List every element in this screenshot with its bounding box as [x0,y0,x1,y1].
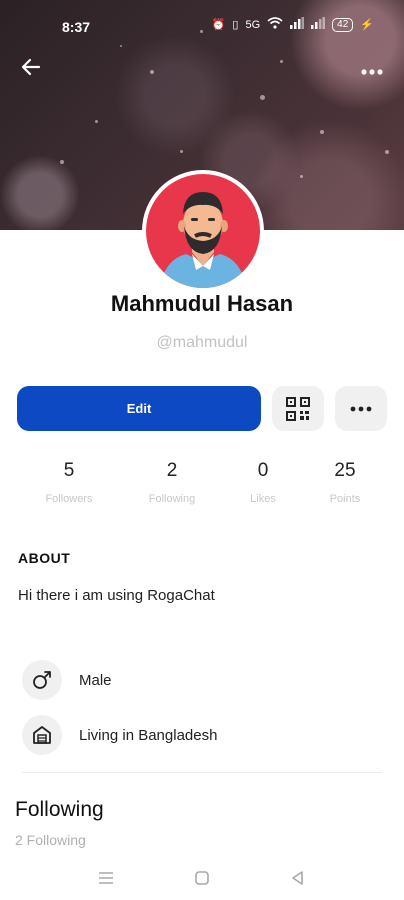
vibrate-icon: ▯ [232,19,239,31]
info-row-location: Living in Bangladesh [22,715,382,755]
bearded-man-avatar-icon [146,174,260,288]
status-icons: ⏰ ▯ 5G 42 ⚡ [212,17,374,33]
charging-icon: ⚡ [360,19,374,31]
stat-value: 5 [63,460,75,481]
stat-followers[interactable]: 5 Followers [19,460,119,505]
following-section-title: Following [15,798,104,821]
nav-menu-button[interactable] [86,864,126,892]
nav-home-button[interactable] [182,864,222,892]
signal-icon [290,17,305,33]
info-text: Male [79,671,112,689]
qr-code-button[interactable] [272,386,324,431]
stat-following[interactable]: 2 Following [122,460,222,505]
more-horizontal-icon [350,406,372,411]
triangle-back-icon [292,871,303,885]
stat-label: Followers [45,493,93,505]
status-time: 8:37 [62,19,91,35]
signal-icon [311,17,326,33]
status-bar: 8:37 ⏰ ▯ 5G 42 ⚡ [0,0,404,52]
qr-code-icon [286,396,310,421]
profile-name: Mahmudul Hasan [110,291,294,316]
system-nav-bar [0,858,404,900]
more-horizontal-icon [361,69,383,75]
nav-back-button[interactable] [278,864,318,892]
menu-icon [99,872,113,884]
square-home-icon [195,871,209,885]
stat-label: Points [329,493,361,505]
profile-handle: @mahmudul [156,334,248,351]
info-row-gender: Male [22,660,382,700]
stat-value: 25 [334,460,356,481]
arrow-left-icon [21,58,41,76]
home-building-icon [22,715,62,755]
male-gender-icon [22,660,62,700]
edit-button[interactable]: Edit [17,386,261,431]
header-more-button[interactable] [356,56,388,84]
back-button[interactable] [20,56,52,84]
following-count: 2 Following [15,832,86,848]
divider [22,772,382,773]
5g-icon: 5G [245,19,261,31]
about-title: ABOUT [18,550,71,566]
alarm-icon: ⏰ [211,19,226,31]
stat-label: Following [148,493,196,505]
battery-icon: 42 [332,18,354,32]
info-text: Living in Bangladesh [79,726,218,744]
stat-points[interactable]: 25 Points [295,460,395,505]
wifi-icon [267,17,283,33]
stat-value: 2 [166,460,178,481]
about-text: Hi there i am using RogaChat [18,587,215,604]
avatar[interactable] [142,170,264,292]
profile-more-button[interactable] [335,386,387,431]
